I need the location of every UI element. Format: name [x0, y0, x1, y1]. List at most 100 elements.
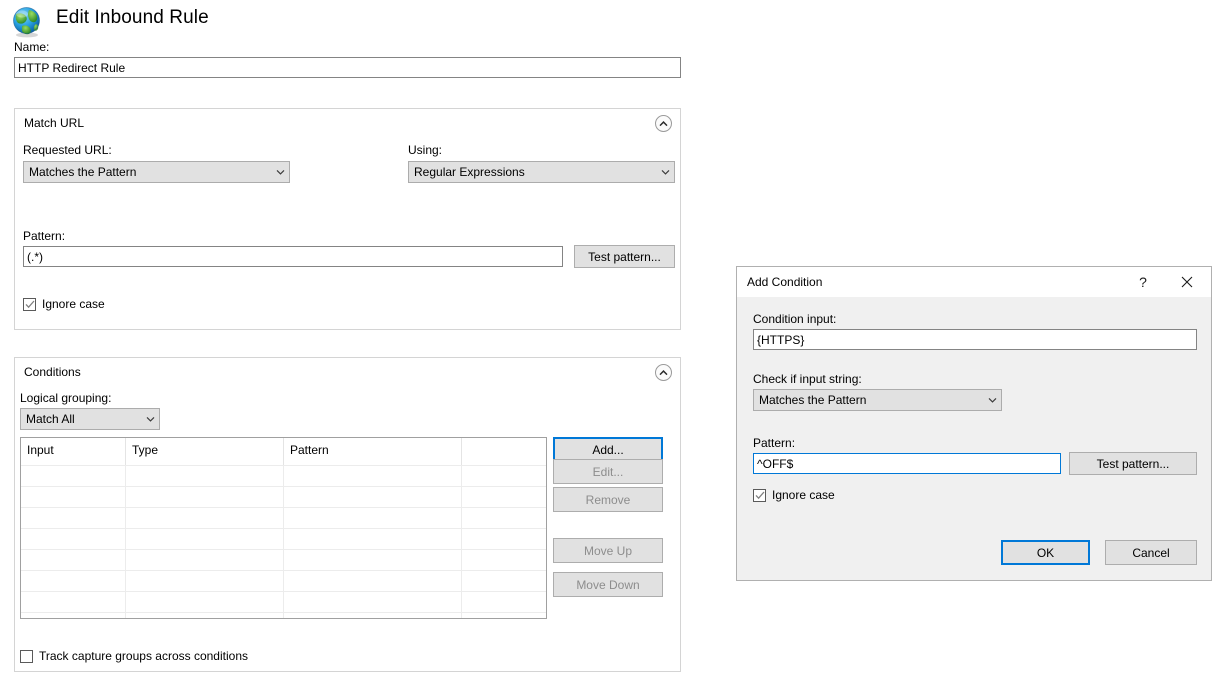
table-cell: [21, 508, 126, 528]
chevron-down-icon: [271, 169, 289, 175]
table-cell: [21, 529, 126, 549]
table-cell: [21, 592, 126, 612]
dialog-pattern-label: Pattern:: [753, 436, 796, 450]
conditions-group-title: Conditions: [24, 365, 81, 379]
using-select[interactable]: Regular Expressions: [408, 161, 675, 183]
table-cell: [21, 613, 126, 618]
table-cell: [284, 466, 462, 486]
table-cell: [126, 613, 284, 618]
table-cell: [462, 529, 546, 549]
column-header-type: Type: [126, 438, 284, 465]
chevron-down-icon: [656, 169, 674, 175]
edit-button: Edit...: [553, 459, 663, 484]
table-cell: [284, 529, 462, 549]
track-capture-groups-checkbox[interactable]: Track capture groups across conditions: [20, 649, 248, 663]
table-cell: [126, 550, 284, 570]
pattern-input[interactable]: [23, 246, 563, 267]
table-cell: [284, 508, 462, 528]
page-title: Edit Inbound Rule: [56, 7, 209, 28]
close-icon: [1181, 276, 1193, 288]
conditions-group: Conditions Logical grouping: Match All I…: [14, 357, 681, 672]
dialog-title: Add Condition: [747, 275, 823, 289]
logical-grouping-label: Logical grouping:: [20, 391, 112, 405]
conditions-collapse-button[interactable]: [655, 364, 672, 381]
table-row[interactable]: [21, 612, 546, 618]
test-pattern-button[interactable]: Test pattern...: [574, 245, 675, 268]
table-cell: [284, 571, 462, 591]
rule-name-input[interactable]: [14, 57, 681, 78]
help-button[interactable]: ?: [1121, 267, 1165, 297]
table-cell: [284, 592, 462, 612]
move-down-button: Move Down: [553, 572, 663, 597]
dialog-pattern-input[interactable]: [753, 453, 1061, 474]
chevron-up-icon: [659, 369, 668, 375]
table-cell: [284, 487, 462, 507]
column-header-pattern: Pattern: [284, 438, 462, 465]
table-row[interactable]: [21, 486, 546, 507]
table-cell: [126, 529, 284, 549]
table-cell: [21, 466, 126, 486]
checkbox-checked-icon: [753, 488, 766, 502]
track-capture-groups-label: Track capture groups across conditions: [39, 649, 248, 663]
table-row[interactable]: [21, 549, 546, 570]
table-row[interactable]: [21, 570, 546, 591]
table-cell: [462, 508, 546, 528]
dialog-body: Condition input: Check if input string: …: [738, 297, 1212, 580]
table-cell: [284, 550, 462, 570]
conditions-table-header: Input Type Pattern: [21, 438, 546, 465]
logical-grouping-select[interactable]: Match All: [20, 408, 160, 430]
conditions-table-body: [21, 465, 546, 618]
close-button[interactable]: [1165, 267, 1209, 297]
globe-icon: [10, 5, 44, 39]
ok-button[interactable]: OK: [1001, 540, 1090, 565]
table-cell: [462, 613, 546, 618]
chevron-down-icon: [141, 416, 159, 422]
match-url-collapse-button[interactable]: [655, 115, 672, 132]
pattern-label: Pattern:: [23, 229, 66, 243]
table-cell: [462, 592, 546, 612]
dialog-test-pattern-button[interactable]: Test pattern...: [1069, 452, 1197, 475]
table-cell: [21, 571, 126, 591]
move-up-button: Move Up: [553, 538, 663, 563]
question-mark-icon: ?: [1139, 274, 1147, 290]
logical-grouping-value: Match All: [26, 412, 75, 426]
check-if-input-string-value: Matches the Pattern: [759, 393, 867, 407]
table-row[interactable]: [21, 465, 546, 486]
checkbox-checked-icon: [23, 297, 36, 311]
table-cell: [21, 550, 126, 570]
conditions-table[interactable]: Input Type Pattern: [20, 437, 547, 619]
table-cell: [126, 571, 284, 591]
remove-button: Remove: [553, 487, 663, 512]
table-cell: [21, 487, 126, 507]
table-cell: [462, 466, 546, 486]
add-condition-dialog: Add Condition ? Condition input: Check i…: [736, 266, 1212, 581]
match-url-group-title: Match URL: [24, 116, 85, 130]
page-header: Edit Inbound Rule: [0, 0, 1221, 44]
check-if-input-string-label: Check if input string:: [753, 372, 862, 386]
cancel-button[interactable]: Cancel: [1105, 540, 1197, 565]
table-cell: [126, 508, 284, 528]
chevron-up-icon: [659, 120, 668, 126]
table-cell: [126, 466, 284, 486]
table-row[interactable]: [21, 591, 546, 612]
check-if-input-string-select[interactable]: Matches the Pattern: [753, 389, 1002, 411]
dialog-ignore-case-checkbox[interactable]: Ignore case: [753, 488, 835, 502]
table-cell: [462, 571, 546, 591]
ignore-case-checkbox[interactable]: Ignore case: [23, 297, 105, 311]
condition-input-field[interactable]: [753, 329, 1197, 350]
requested-url-select[interactable]: Matches the Pattern: [23, 161, 290, 183]
table-cell: [462, 550, 546, 570]
table-row[interactable]: [21, 507, 546, 528]
table-cell: [126, 487, 284, 507]
checkbox-unchecked-icon: [20, 649, 33, 663]
column-header-input: Input: [21, 438, 126, 465]
table-cell: [284, 613, 462, 618]
using-label: Using:: [408, 143, 443, 157]
requested-url-value: Matches the Pattern: [29, 165, 137, 179]
table-cell: [126, 592, 284, 612]
table-row[interactable]: [21, 528, 546, 549]
ignore-case-label: Ignore case: [42, 297, 105, 311]
dialog-titlebar[interactable]: Add Condition ?: [737, 267, 1211, 297]
column-header-extra: [462, 438, 546, 465]
condition-input-label: Condition input:: [753, 312, 837, 326]
